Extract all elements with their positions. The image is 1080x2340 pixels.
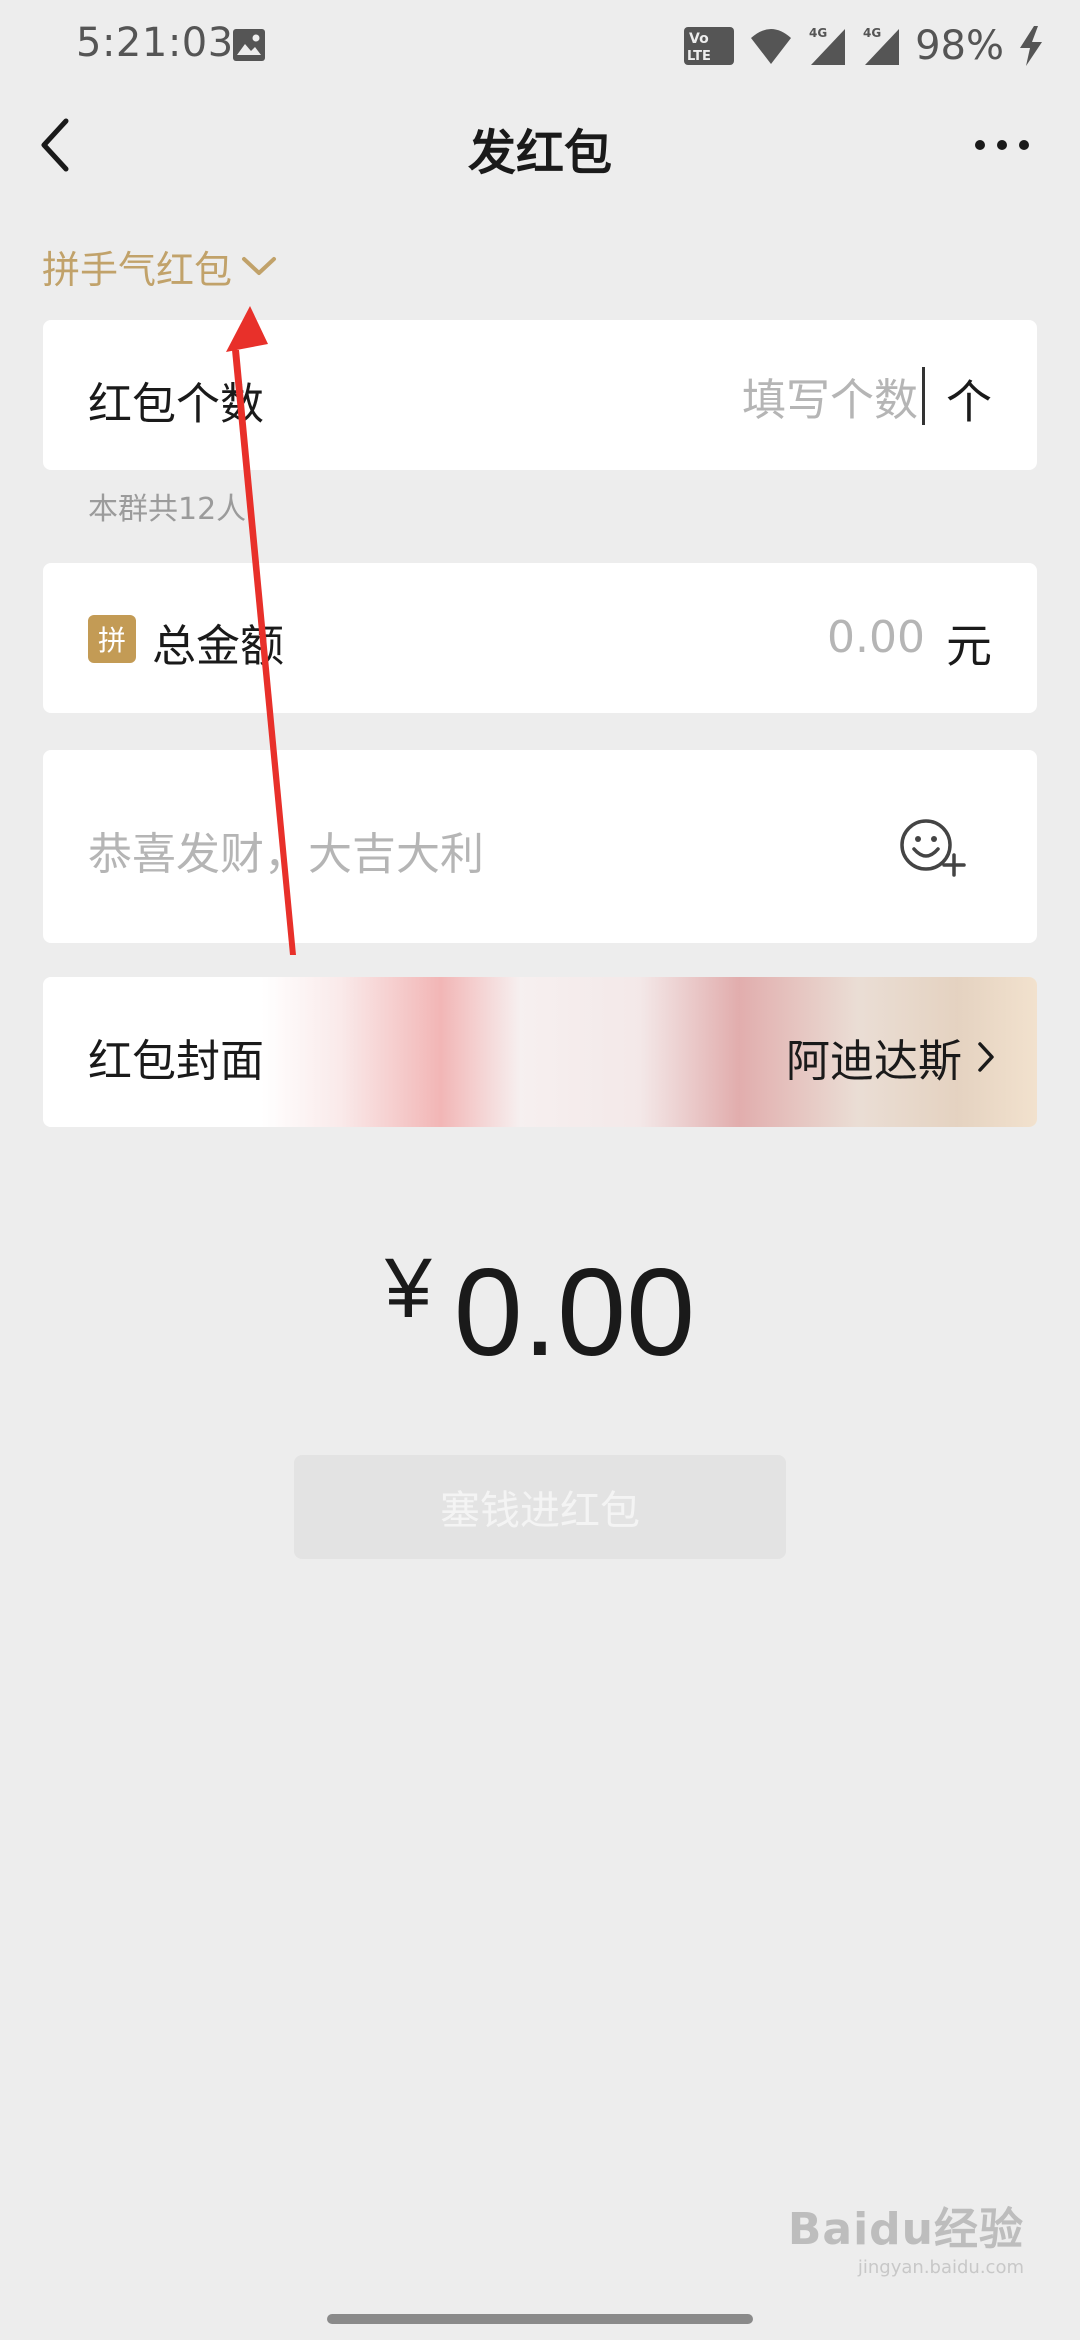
cover-selection[interactable]: 阿迪达斯 xyxy=(786,1025,996,1089)
watermark-sub: jingyan.baidu.com xyxy=(857,2257,1024,2278)
total-amount-label: 总金额 xyxy=(152,621,284,672)
amount-display: ¥0.00 xyxy=(0,1240,1080,1384)
baidu-watermark: Baidu经验 jingyan.baidu.com xyxy=(788,2193,1024,2278)
chevron-down-icon xyxy=(242,257,277,275)
home-indicator[interactable] xyxy=(327,2314,753,2324)
submit-button[interactable]: 塞钱进红包 xyxy=(294,1455,786,1559)
status-icons: Vo LTE 4G 4G 98% xyxy=(683,22,1044,70)
group-member-note: 本群共12人 xyxy=(88,492,247,527)
cover-label: 红包封面 xyxy=(88,1036,264,1087)
wifi-icon xyxy=(751,29,792,64)
chevron-right-icon xyxy=(978,1042,994,1072)
watermark-main: Baidu经验 xyxy=(787,2204,1024,2255)
packet-count-input[interactable]: 填写个数 xyxy=(742,366,925,426)
more-options-icon[interactable] xyxy=(972,130,1032,160)
text-cursor xyxy=(922,367,925,425)
status-time: 5:21:03 xyxy=(76,20,234,66)
greeting-input[interactable]: 恭喜发财，大吉大利 xyxy=(88,818,484,882)
svg-text:4G: 4G xyxy=(863,26,881,40)
svg-text:Vo: Vo xyxy=(689,31,709,47)
total-amount-input[interactable]: 0.00 xyxy=(827,612,925,663)
lucky-badge: 拼 xyxy=(88,615,136,663)
signal-icon-sim1: 4G xyxy=(809,26,846,65)
emoji-add-icon[interactable] xyxy=(898,815,970,879)
cover-value: 阿迪达斯 xyxy=(786,1036,962,1087)
amount-value: 0.00 xyxy=(453,1244,696,1382)
signal-icon-sim2: 4G xyxy=(863,26,900,65)
svg-text:LTE: LTE xyxy=(687,49,711,64)
volte-icon: Vo LTE xyxy=(684,27,735,65)
battery-percent: 98% xyxy=(915,23,1004,69)
packet-count-label: 红包个数 xyxy=(88,379,264,430)
charging-icon xyxy=(1020,26,1042,66)
currency-symbol: ¥ xyxy=(384,1241,432,1335)
packet-type-label: 拼手气红包 xyxy=(42,247,233,292)
gallery-notification-icon xyxy=(233,29,265,61)
total-amount-unit: 元 xyxy=(946,619,992,673)
svg-text:4G: 4G xyxy=(809,26,827,40)
packet-type-selector[interactable]: 拼手气红包 xyxy=(42,238,278,294)
packet-count-placeholder: 填写个数 xyxy=(742,375,918,426)
packet-count-unit: 个 xyxy=(946,375,992,429)
page-title: 发红包 xyxy=(467,125,612,181)
status-bar: 5:21:03 Vo LTE 4G 4G 98% xyxy=(0,0,1080,96)
